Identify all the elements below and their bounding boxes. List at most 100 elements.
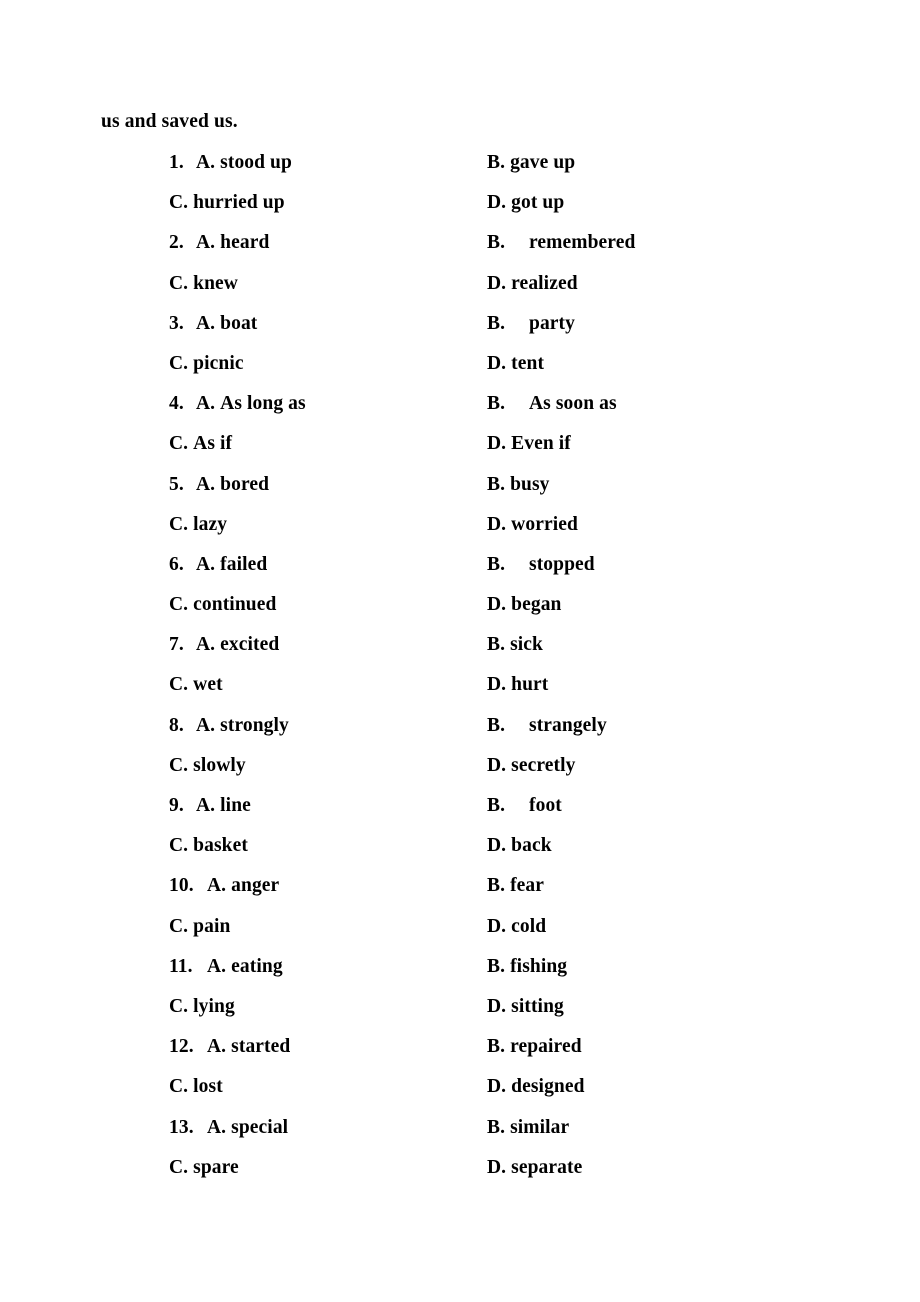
option-d-cell[interactable]: D. designed <box>487 1077 585 1097</box>
option-c-cell[interactable]: C. lost <box>169 1077 223 1097</box>
option-d-cell[interactable]: D. began <box>487 595 562 615</box>
option-letter-c: C. <box>169 352 189 374</box>
option-a-cell[interactable]: 3. A. boat <box>169 314 257 334</box>
option-a-cell[interactable]: 4. A. As long as <box>169 394 306 414</box>
option-b-text: strangely <box>529 714 607 736</box>
option-b-cell[interactable]: B. strangely <box>487 716 607 736</box>
option-letter-b: B. <box>487 473 506 495</box>
question-row-ab: 5. A. bored B. busy <box>0 473 920 515</box>
option-letter-d: D. <box>487 674 507 696</box>
option-b-text: gave up <box>510 152 576 173</box>
option-c-cell[interactable]: C. basket <box>169 836 248 856</box>
option-letter-a: A. <box>207 1116 227 1138</box>
option-a-cell[interactable]: 7. A. excited <box>169 635 279 655</box>
option-letter-a: A. <box>196 312 216 334</box>
option-b-cell[interactable]: B. party <box>487 314 575 334</box>
option-c-cell[interactable]: C. hurried up <box>169 193 285 213</box>
option-b-cell[interactable]: B. repaired <box>487 1037 582 1057</box>
option-d-text: sitting <box>511 995 564 1017</box>
option-a-cell[interactable]: 10. A. anger <box>169 876 279 896</box>
option-d-text: began <box>511 594 562 616</box>
option-b-cell[interactable]: B. similar <box>487 1117 569 1138</box>
option-c-cell[interactable]: C. knew <box>169 274 238 294</box>
question-row-ab: 8. A. strongly B. strangely <box>0 716 920 756</box>
option-b-cell[interactable]: B. foot <box>487 796 562 816</box>
option-c-text: As if <box>193 433 233 455</box>
option-c-cell[interactable]: C. continued <box>169 595 276 615</box>
question-number: 4. <box>169 393 184 415</box>
question-row-cd: C. As if D. Even if <box>0 434 920 474</box>
option-a-cell[interactable]: 1. A. stood up <box>169 153 292 173</box>
option-d-text: got up <box>511 192 565 214</box>
option-a-cell[interactable]: 9. A. line <box>169 796 251 816</box>
option-c-cell[interactable]: C. picnic <box>169 354 244 374</box>
option-a-cell[interactable]: 2. A. heard <box>169 233 269 253</box>
option-letter-a: A. <box>207 955 227 977</box>
option-d-text: cold <box>511 915 547 937</box>
option-d-cell[interactable]: D. back <box>487 836 552 856</box>
option-b-cell[interactable]: B. As soon as <box>487 394 617 414</box>
option-b-cell[interactable]: B. fishing <box>487 957 567 977</box>
option-d-cell[interactable]: D. separate <box>487 1158 582 1178</box>
option-letter-c: C. <box>169 754 189 776</box>
option-letter-c: C. <box>169 995 189 1017</box>
option-c-cell[interactable]: C. slowly <box>169 756 246 776</box>
option-a-cell[interactable]: 13. A. special <box>169 1116 289 1138</box>
option-b-cell[interactable]: B. fear <box>487 876 544 896</box>
option-b-cell[interactable]: B. busy <box>487 473 550 495</box>
option-d-text: worried <box>511 513 578 535</box>
option-a-cell[interactable]: 5. A. bored <box>169 474 269 495</box>
option-d-cell[interactable]: D. cold <box>487 917 546 937</box>
option-letter-c: C. <box>169 433 189 455</box>
option-b-cell[interactable]: B. sick <box>487 635 543 655</box>
option-c-text: pain <box>193 915 231 937</box>
option-letter-a: A. <box>207 1036 227 1058</box>
option-letter-a: A. <box>196 795 216 816</box>
option-d-cell[interactable]: D. tent <box>487 354 544 374</box>
option-c-text: wet <box>193 674 223 696</box>
option-c-text: basket <box>193 835 248 857</box>
option-c-text: continued <box>193 594 277 616</box>
question-number: 9. <box>169 795 184 816</box>
option-a-cell[interactable]: 8. A. strongly <box>169 716 289 736</box>
question-row-cd: C. continued D. began <box>0 595 920 635</box>
option-d-cell[interactable]: D. realized <box>487 274 578 294</box>
option-letter-d: D. <box>487 192 507 214</box>
question-row-ab: 1. A. stood up B. gave up <box>0 153 920 193</box>
option-a-cell[interactable]: 11. A. eating <box>169 957 283 977</box>
option-c-cell[interactable]: C. wet <box>169 675 223 695</box>
option-a-text: strongly <box>220 714 289 736</box>
option-c-cell[interactable]: C. As if <box>169 434 232 454</box>
option-a-text: eating <box>231 955 283 977</box>
option-c-cell[interactable]: C. pain <box>169 917 230 937</box>
document-page: us and saved us. 1. A. stood up B. gave up… <box>0 0 920 1302</box>
option-a-cell[interactable]: 6. A. failed <box>169 555 267 575</box>
option-b-cell[interactable]: B. stopped <box>487 555 595 575</box>
option-d-text: designed <box>511 1076 585 1098</box>
option-b-text: busy <box>510 473 550 495</box>
option-c-cell[interactable]: C. lazy <box>169 515 227 535</box>
option-d-cell[interactable]: D. hurt <box>487 675 548 695</box>
option-a-cell[interactable]: 12. A. started <box>169 1037 290 1057</box>
question-number: 13. <box>169 1116 194 1138</box>
option-letter-d: D. <box>487 1156 507 1178</box>
question-number: 6. <box>169 553 184 575</box>
option-d-cell[interactable]: D. Even if <box>487 434 571 454</box>
option-b-cell[interactable]: B. remembered <box>487 233 635 253</box>
option-letter-c: C. <box>169 1076 189 1098</box>
option-d-cell[interactable]: D. secretly <box>487 756 575 776</box>
option-d-cell[interactable]: D. worried <box>487 515 578 535</box>
option-a-text: special <box>231 1116 289 1138</box>
option-c-text: knew <box>193 272 238 294</box>
question-row-cd: C. lost D. designed <box>0 1077 920 1117</box>
option-b-cell[interactable]: B. gave up <box>487 153 575 173</box>
option-c-cell[interactable]: C. spare <box>169 1158 239 1178</box>
question-row-cd: C. slowly D. secretly <box>0 756 920 796</box>
option-letter-b: B. <box>487 634 506 656</box>
option-d-cell[interactable]: D. got up <box>487 193 564 213</box>
option-letter-b: B. <box>487 955 506 977</box>
question-row-ab: 7. A. excited B. sick <box>0 635 920 675</box>
option-d-cell[interactable]: D. sitting <box>487 997 564 1017</box>
option-letter-d: D. <box>487 594 507 616</box>
option-c-cell[interactable]: C. lying <box>169 997 235 1017</box>
